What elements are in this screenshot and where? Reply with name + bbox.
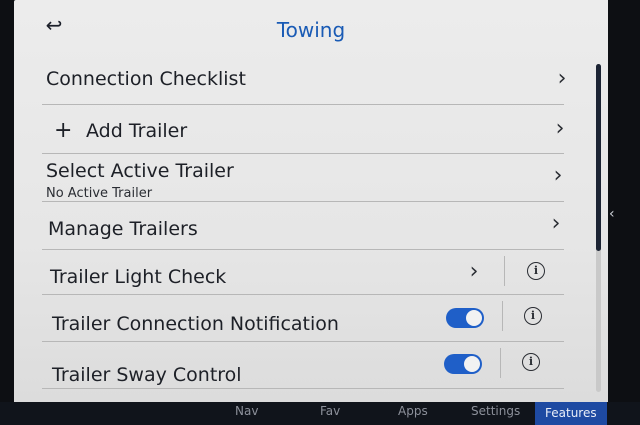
row-divider <box>504 256 505 286</box>
row-add-trailer[interactable]: + Add Trailer › <box>42 105 564 154</box>
nav-item-apps[interactable]: Apps <box>398 404 428 418</box>
row-label: Connection Checklist <box>46 68 246 90</box>
chevron-right-icon: › <box>551 211 561 236</box>
row-connection-checklist[interactable]: Connection Checklist › <box>42 57 566 105</box>
row-label: Trailer Connection Notification <box>52 313 339 335</box>
row-label: Select Active Trailer <box>46 160 234 182</box>
row-divider <box>500 348 501 378</box>
row-label: Manage Trailers <box>48 218 198 240</box>
info-icon[interactable]: i <box>524 307 542 325</box>
chevron-right-icon: › <box>553 163 563 188</box>
chevron-right-icon: › <box>557 66 567 91</box>
side-panel-chevron-icon[interactable]: ‹ <box>609 206 615 222</box>
row-trailer-light-check[interactable]: Trailer Light Check › i <box>42 250 564 295</box>
row-label: Add Trailer <box>86 120 188 142</box>
toggle-switch-on[interactable] <box>444 354 482 374</box>
row-manage-trailers[interactable]: Manage Trailers › <box>42 202 564 250</box>
toggle-knob <box>466 310 482 326</box>
plus-icon: + <box>54 118 73 143</box>
toggle-knob <box>464 356 480 372</box>
scroll-thumb[interactable] <box>596 64 601 251</box>
row-label: Trailer Sway Control <box>52 364 242 386</box>
row-select-active-trailer[interactable]: Select Active Trailer No Active Trailer … <box>42 154 564 202</box>
chevron-right-icon: › <box>469 259 479 284</box>
bottom-nav: Nav Fav Apps Settings Features <box>0 402 640 425</box>
nav-item-nav[interactable]: Nav <box>235 404 258 418</box>
nav-item-settings[interactable]: Settings <box>471 404 520 418</box>
chevron-right-icon: › <box>555 116 565 141</box>
toggle-switch-on[interactable] <box>446 308 484 328</box>
row-trailer-sway-control[interactable]: Trailer Sway Control i <box>42 342 564 389</box>
row-sublabel: No Active Trailer <box>46 186 153 201</box>
nav-item-fav[interactable]: Fav <box>320 404 340 418</box>
nav-item-features[interactable]: Features <box>535 402 607 425</box>
page-title: Towing <box>276 18 346 42</box>
row-label: Trailer Light Check <box>50 266 227 288</box>
header: ↩ Towing <box>14 0 608 58</box>
row-divider <box>502 301 503 331</box>
scrollbar[interactable] <box>596 64 601 392</box>
info-icon[interactable]: i <box>522 353 540 371</box>
info-icon[interactable]: i <box>527 262 545 280</box>
row-trailer-connection-notification[interactable]: Trailer Connection Notification i <box>42 295 564 342</box>
towing-screen: ↩ Towing Connection Checklist › + Add Tr… <box>14 0 608 402</box>
